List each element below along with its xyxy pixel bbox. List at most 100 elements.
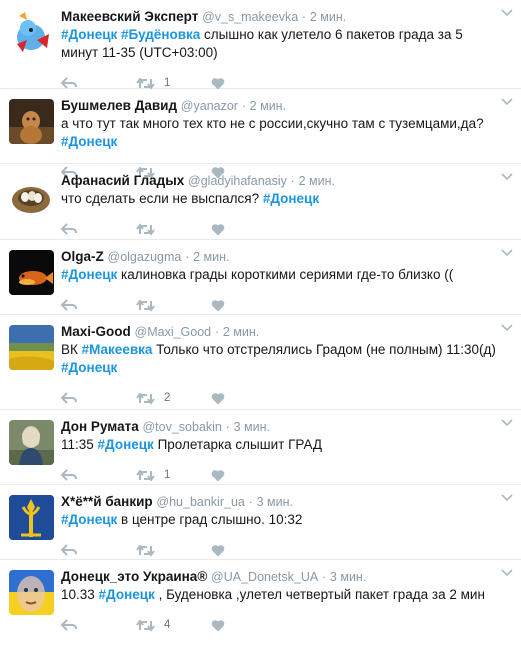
tweet-text: 11:35 #Донецк Пролетарка слышит ГРАД bbox=[61, 436, 511, 454]
hashtag[interactable]: #Донецк bbox=[61, 267, 117, 282]
tweet: Макеевский Эксперт @v_s_makeevka · 2 мин… bbox=[0, 0, 521, 90]
retweet-icon bbox=[136, 468, 155, 482]
username[interactable]: @tov_sobakin bbox=[142, 420, 221, 434]
reply-button[interactable] bbox=[61, 544, 136, 556]
retweet-button[interactable]: 1 bbox=[136, 468, 211, 482]
like-icon bbox=[211, 77, 225, 89]
retweet-button[interactable]: 1 bbox=[136, 76, 211, 90]
tweet-header: Х*ё**й банкир @hu_bankir_ua · 3 мин. bbox=[61, 493, 511, 511]
avatar[interactable] bbox=[9, 325, 54, 370]
retweet-button[interactable]: 2 bbox=[136, 391, 211, 405]
reply-icon bbox=[61, 469, 77, 481]
avatar[interactable] bbox=[9, 99, 54, 144]
separator: · bbox=[301, 10, 307, 24]
fullname[interactable]: Maxi-Good bbox=[61, 324, 131, 339]
timestamp[interactable]: 2 мин. bbox=[299, 174, 335, 188]
fullname[interactable]: Афанасий Гладых bbox=[61, 173, 184, 188]
timestamp[interactable]: 3 мин. bbox=[234, 420, 270, 434]
tweet-text: 10.33 #Донецк , Буденовка ,улетел четвер… bbox=[61, 586, 511, 604]
retweet-button[interactable]: 4 bbox=[136, 618, 211, 632]
reply-button[interactable] bbox=[61, 77, 136, 89]
like-button[interactable] bbox=[211, 544, 286, 557]
like-button[interactable] bbox=[211, 223, 286, 236]
caret-down-icon[interactable] bbox=[501, 172, 513, 182]
caret-down-icon[interactable] bbox=[501, 248, 513, 258]
timestamp[interactable]: 2 мин. bbox=[310, 10, 346, 24]
hashtag[interactable]: #Будёновка bbox=[121, 27, 200, 42]
hashtag[interactable]: #Донецк bbox=[61, 360, 117, 375]
text-segment: в центре град слышно. 10:32 bbox=[117, 512, 303, 527]
text-segment: калиновка грады короткими сериями где-то… bbox=[117, 267, 454, 282]
tweet-actions: 2 bbox=[61, 383, 511, 413]
timestamp[interactable]: 3 мин. bbox=[330, 570, 366, 584]
username[interactable]: @v_s_makeevka bbox=[202, 10, 298, 24]
reply-icon bbox=[61, 544, 77, 556]
timestamp[interactable]: 2 мин. bbox=[223, 325, 259, 339]
tweet: Дон Румата @tov_sobakin · 3 мин. 11:35 #… bbox=[0, 410, 521, 485]
retweet-button[interactable] bbox=[136, 543, 211, 557]
reply-button[interactable] bbox=[61, 223, 136, 235]
tweet-header: Донецк_это Украина® @UA_Donetsk_UA · 3 м… bbox=[61, 568, 511, 586]
timestamp[interactable]: 3 мин. bbox=[257, 495, 293, 509]
hashtag[interactable]: #Донецк bbox=[263, 191, 319, 206]
retweet-button[interactable] bbox=[136, 298, 211, 312]
hashtag[interactable]: #Донецк bbox=[61, 512, 117, 527]
fullname[interactable]: Х*ё**й банкир bbox=[61, 494, 153, 509]
avatar[interactable] bbox=[9, 495, 54, 540]
hashtag[interactable]: #Донецк bbox=[61, 134, 117, 149]
retweet-icon bbox=[136, 298, 155, 312]
username[interactable]: @olgazugma bbox=[108, 250, 182, 264]
hashtag[interactable]: #Макеевка bbox=[82, 342, 153, 357]
like-button[interactable] bbox=[211, 299, 286, 312]
avatar[interactable] bbox=[9, 420, 54, 465]
timestamp[interactable]: 2 мин. bbox=[193, 250, 229, 264]
like-button[interactable] bbox=[211, 77, 286, 90]
separator: · bbox=[321, 570, 327, 584]
username[interactable]: @Maxi_Good bbox=[135, 325, 212, 339]
username[interactable]: @hu_bankir_ua bbox=[156, 495, 244, 509]
tweet-header: Макеевский Эксперт @v_s_makeevka · 2 мин… bbox=[61, 8, 511, 26]
hashtag[interactable]: #Донецк bbox=[98, 437, 154, 452]
separator: · bbox=[214, 325, 220, 339]
fullname[interactable]: Макеевский Эксперт bbox=[61, 9, 198, 24]
caret-down-icon[interactable] bbox=[501, 8, 513, 18]
retweet-icon bbox=[136, 76, 155, 90]
like-button[interactable] bbox=[211, 392, 286, 405]
fullname[interactable]: Olga-Z bbox=[61, 249, 104, 264]
avatar[interactable] bbox=[9, 10, 54, 55]
retweet-icon bbox=[136, 391, 155, 405]
retweet-button[interactable] bbox=[136, 222, 211, 236]
tweet-text: а что тут так много тех кто не с россии,… bbox=[61, 115, 511, 151]
fullname[interactable]: Донецк_это Украина® bbox=[61, 569, 207, 584]
username[interactable]: @UA_Donetsk_UA bbox=[211, 570, 318, 584]
hashtag[interactable]: #Донецк bbox=[99, 587, 155, 602]
tweet-stream: Макеевский Эксперт @v_s_makeevka · 2 мин… bbox=[0, 0, 521, 640]
caret-down-icon[interactable] bbox=[501, 568, 513, 578]
retweet-icon bbox=[136, 618, 155, 632]
caret-down-icon[interactable] bbox=[501, 323, 513, 333]
retweet-icon bbox=[136, 543, 155, 557]
timestamp[interactable]: 2 мин. bbox=[250, 99, 286, 113]
tweet-text: #Донецк #Будёновка слышно как улетело 6 … bbox=[61, 26, 511, 62]
username[interactable]: @yanazor bbox=[181, 99, 238, 113]
retweet-count: 2 bbox=[164, 392, 171, 404]
reply-button[interactable] bbox=[61, 619, 136, 631]
hashtag[interactable]: #Донецк bbox=[61, 27, 117, 42]
like-button[interactable] bbox=[211, 469, 286, 482]
separator: · bbox=[185, 250, 190, 264]
avatar[interactable] bbox=[9, 570, 54, 615]
avatar[interactable] bbox=[9, 174, 54, 219]
username[interactable]: @gladyihafanasiy bbox=[188, 174, 287, 188]
avatar[interactable] bbox=[9, 250, 54, 295]
reply-button[interactable] bbox=[61, 392, 136, 404]
caret-down-icon[interactable] bbox=[501, 97, 513, 107]
fullname[interactable]: Дон Румата bbox=[61, 419, 139, 434]
caret-down-icon[interactable] bbox=[501, 493, 513, 503]
fullname[interactable]: Бушмелев Давид bbox=[61, 98, 177, 113]
tweet-header: Maxi-Good @Maxi_Good · 2 мин. bbox=[61, 323, 511, 341]
like-button[interactable] bbox=[211, 619, 286, 632]
reply-button[interactable] bbox=[61, 469, 136, 481]
tweet-actions: 4 bbox=[61, 610, 511, 640]
caret-down-icon[interactable] bbox=[501, 418, 513, 428]
reply-button[interactable] bbox=[61, 299, 136, 311]
